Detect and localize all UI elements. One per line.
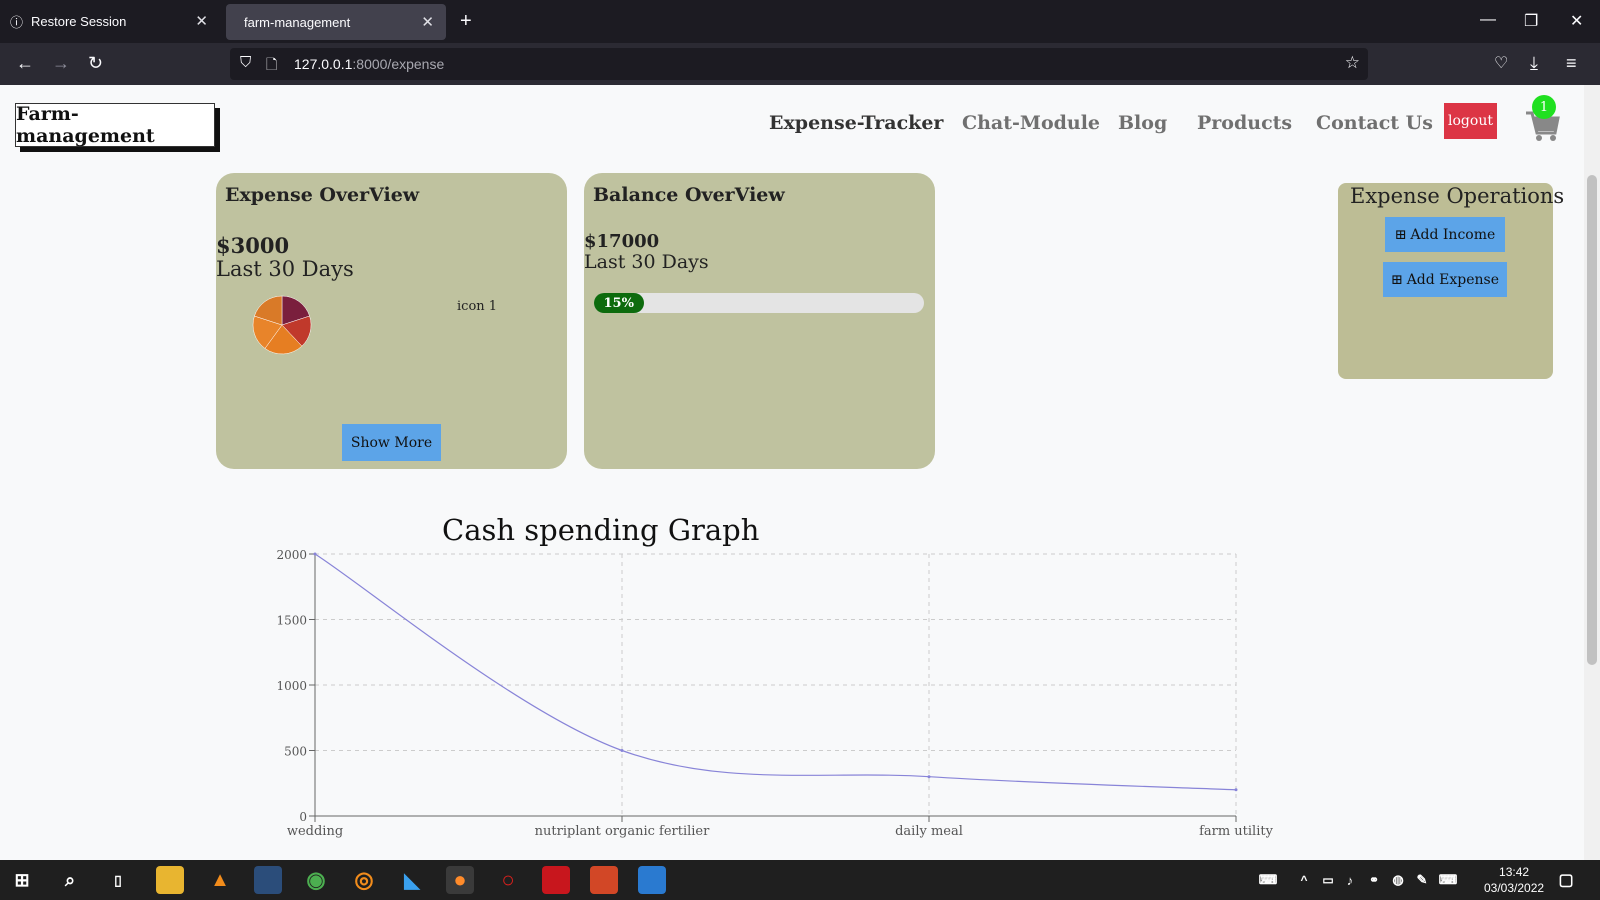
nav-chat-module[interactable]: Chat-Module [962,112,1100,134]
media-player-icon[interactable]: ◎ [350,866,378,894]
page-icon: 🗋 [266,56,278,72]
keyboard-icon[interactable]: ⌨ [1254,866,1282,894]
tab-farm-management[interactable]: farm-management ✕ [226,4,446,40]
data-point [620,749,624,752]
pocket-icon[interactable]: ♡ [1494,53,1508,73]
expense-amount: $3000 [216,233,290,258]
add-income-button[interactable]: ⊞ Add Income [1385,217,1505,252]
card-title: Balance OverView [593,184,785,206]
data-point [927,775,931,779]
system-clock[interactable]: 13:42 03/03/2022 [1484,864,1544,896]
nav-contact-us[interactable]: Contact Us [1316,112,1433,134]
photos-icon[interactable] [638,866,666,894]
nav-products[interactable]: Products [1197,112,1292,134]
x-tick-label: daily meal [895,824,963,839]
show-more-button[interactable]: Show More [342,424,441,461]
x-tick-label: wedding [287,824,343,839]
y-tick-label: 0 [299,810,307,824]
back-icon[interactable]: ← [16,53,34,74]
y-tick-label: 2000 [276,548,307,562]
y-tick-label: 1500 [276,614,307,628]
url-host: 127.0.0.1 [294,56,353,72]
expense-overview-card: Expense OverView $3000 Last 30 Days icon… [216,173,567,469]
icon-label: icon 1 [457,299,498,314]
expense-pie-chart [252,295,312,355]
touch-keyboard-icon[interactable]: ⌨ [1434,866,1462,894]
minimize-icon[interactable]: — [1480,11,1496,29]
clock-time: 13:42 [1499,865,1530,879]
bookmark-star-icon[interactable]: ☆ [1345,53,1360,73]
expense-period: Last 30 Days [216,257,354,281]
clock-date: 03/03/2022 [1484,881,1545,895]
cart-count-badge: 1 [1532,95,1556,119]
y-tick-label: 500 [284,745,307,759]
acrobat-icon[interactable] [542,866,570,894]
address-bar[interactable]: ⛉ 🗋 127.0.0.1:8000/expense ☆ [230,48,1368,80]
url-text[interactable]: 127.0.0.1:8000/expense [294,56,444,72]
plus-square-icon: ⊞ [1390,271,1403,288]
shield-icon[interactable]: ⛉ [240,54,251,71]
browser-toolbar: ← → ↻ ⛉ 🗋 127.0.0.1:8000/expense ☆ ♡ ⤓ ≡ [0,43,1600,85]
close-tab-icon[interactable]: ✕ [195,12,208,30]
page-content: Farm-management Expense-Tracker Chat-Mod… [0,85,1584,860]
tab-restore-session[interactable]: ⓘ Restore Session ✕ [0,0,220,43]
download-icon[interactable]: ⤓ [1530,53,1538,74]
menu-icon[interactable]: ≡ [1566,53,1577,74]
data-point [313,552,317,556]
plus-square-icon: ⊞ [1394,226,1407,243]
balance-overview-card: Balance OverView $17000 Last 30 Days 15% [584,173,935,469]
new-tab-icon[interactable]: + [460,10,472,33]
operations-title: Expense Operations [1350,184,1565,208]
scrollbar-thumb[interactable] [1587,175,1597,665]
task-view-icon[interactable]: ▯ [104,866,132,894]
vlc-icon[interactable]: ▲ [206,866,234,894]
search-icon[interactable]: ⌕ [56,866,84,894]
vscode-icon[interactable]: ◣ [398,866,426,894]
spending-line [314,553,1237,791]
notifications-icon[interactable]: ▢ [1552,866,1580,894]
reload-icon[interactable]: ↻ [88,53,103,74]
tab-label: farm-management [244,14,351,30]
firefox-icon[interactable]: ● [446,866,474,894]
file-explorer-icon[interactable] [156,866,184,894]
close-window-icon[interactable]: ✕ [1570,11,1583,31]
url-path: :8000/expense [352,56,445,72]
powerpoint-icon[interactable] [590,866,618,894]
restore-icon[interactable]: ❐ [1524,11,1538,31]
nav-expense-tracker[interactable]: Expense-Tracker [769,112,943,134]
add-expense-button[interactable]: ⊞ Add Expense [1383,262,1507,297]
add-income-label: Add Income [1410,226,1496,243]
y-tick-label: 1000 [276,679,307,693]
balance-progress-bar: 15% [594,293,924,313]
tab-label: Restore Session [31,14,127,29]
forward-icon[interactable]: → [52,53,70,74]
cash-spending-chart: 0 500 1000 1500 2000 wedding nutriplant organi… [276,548,1274,839]
close-tab-icon[interactable]: ✕ [421,13,434,31]
nav-blog[interactable]: Blog [1118,112,1167,134]
card-title: Expense OverView [225,184,420,206]
info-icon: ⓘ [10,15,24,30]
progress-fill: 15% [594,293,644,313]
add-expense-label: Add Expense [1406,271,1500,288]
pycharm-icon[interactable] [254,866,282,894]
pen-icon[interactable]: ✎ [1408,866,1436,894]
windows-start-icon[interactable]: ⊞ [8,866,36,894]
balance-amount: $17000 [584,231,660,252]
x-tick-label: nutriplant organic fertilier [535,824,710,839]
page-scrollbar[interactable] [1584,85,1600,860]
balance-period: Last 30 Days [584,251,709,273]
expense-operations-card: Expense Operations ⊞ Add Income ⊞ Add Expe… [1338,183,1564,379]
logout-button[interactable]: logout [1444,103,1497,139]
windows-taskbar: ⊞ ⌕ ▯ ▲ ◉ ◎ ◣ ● ○ ⌨ ^ ▭ ♪ ⚭ ◍ ✎ ⌨ 13:42 … [0,860,1600,900]
brand-logo[interactable]: Farm-management [15,103,215,147]
opera-icon[interactable]: ○ [494,866,522,894]
browser-tab-bar: ⓘ Restore Session ✕ farm-management ✕ + … [0,0,1600,43]
x-tick-label: farm utility [1199,824,1274,839]
data-point [1234,788,1238,792]
chrome-icon[interactable]: ◉ [302,866,330,894]
